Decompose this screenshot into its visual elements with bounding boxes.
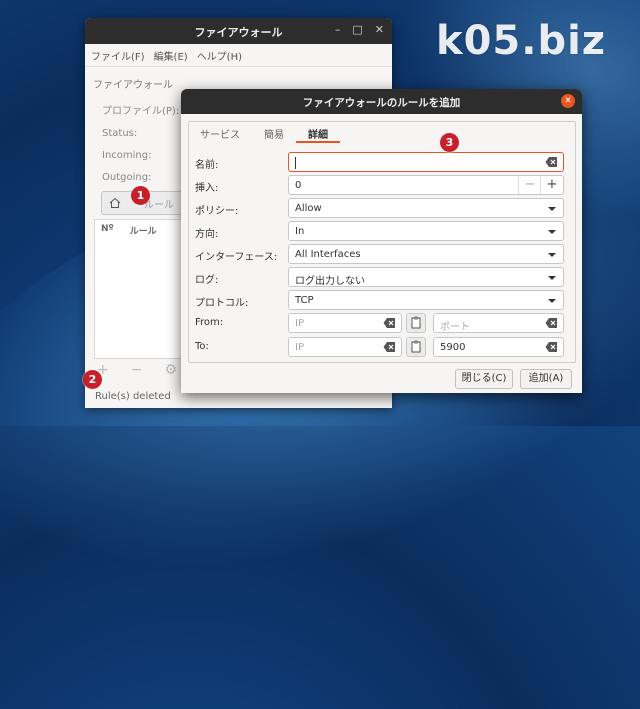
policy-label: ポリシー: xyxy=(195,206,239,217)
clipboard-icon xyxy=(411,316,421,329)
clear-icon[interactable] xyxy=(545,341,558,353)
direction-select[interactable]: In xyxy=(288,221,564,241)
menubar: ファイル(F) 編集(E) ヘルプ(H) xyxy=(85,44,392,67)
tab-advanced[interactable]: 詳細 xyxy=(296,121,340,143)
protocol-select[interactable]: TCP xyxy=(288,290,564,310)
name-input[interactable] xyxy=(288,152,564,172)
to-ip-input[interactable]: IP xyxy=(288,337,402,357)
remove-rule-icon[interactable]: − xyxy=(131,362,143,378)
name-label: 名前: xyxy=(195,160,219,171)
decrement-button[interactable]: − xyxy=(518,176,541,194)
increment-button[interactable]: + xyxy=(540,176,563,194)
minimize-icon[interactable]: – xyxy=(335,23,341,36)
close-button[interactable]: 閉じる(C) xyxy=(455,369,513,389)
insert-value: 0 xyxy=(295,180,302,191)
chevron-down-icon xyxy=(548,230,556,234)
clear-icon[interactable] xyxy=(545,317,558,329)
maximize-icon[interactable]: □ xyxy=(352,23,362,36)
main-titlebar: ファイアウォール – □ ✕ xyxy=(85,18,392,44)
to-port-value: 5900 xyxy=(440,342,466,353)
clipboard-icon xyxy=(411,340,421,353)
from-label: From: xyxy=(195,317,224,328)
to-label: To: xyxy=(195,341,209,352)
policy-value: Allow xyxy=(295,203,322,214)
gear-icon[interactable]: ⚙ xyxy=(164,362,177,378)
protocol-label: プロトコル: xyxy=(195,298,249,309)
from-port-input[interactable]: ポート xyxy=(433,313,564,333)
interface-select[interactable]: All Interfaces xyxy=(288,244,564,264)
annotation-badge-3: 3 xyxy=(440,133,459,152)
log-value: ログ出力しない xyxy=(295,276,365,287)
dialog-title: ファイアウォールのルールを追加 xyxy=(302,97,461,109)
log-select[interactable]: ログ出力しない xyxy=(288,267,564,287)
chevron-down-icon xyxy=(548,276,556,280)
insert-label: 挿入: xyxy=(195,183,219,194)
menu-file[interactable]: ファイル(F) xyxy=(91,48,145,63)
add-rule-dialog: ファイアウォールのルールを追加 ✕ サービス 簡易 詳細 名前: 挿入: 0 −… xyxy=(181,89,582,393)
to-port-input[interactable]: 5900 xyxy=(433,337,564,357)
text-cursor xyxy=(295,157,296,169)
policy-select[interactable]: Allow xyxy=(288,198,564,218)
clear-icon[interactable] xyxy=(383,341,396,353)
tab-service[interactable]: サービス xyxy=(188,121,252,143)
status-message: Rule(s) deleted xyxy=(95,391,171,402)
direction-label: 方向: xyxy=(195,229,219,240)
chevron-down-icon xyxy=(548,207,556,211)
close-icon[interactable]: ✕ xyxy=(375,23,384,36)
column-rule[interactable]: ルール xyxy=(130,224,157,237)
menu-help[interactable]: ヘルプ(H) xyxy=(197,48,242,63)
dialog-close-icon[interactable]: ✕ xyxy=(561,94,575,108)
from-ip-placeholder: IP xyxy=(295,318,304,329)
tab-simple[interactable]: 簡易 xyxy=(252,121,296,143)
from-ip-input[interactable]: IP xyxy=(288,313,402,333)
column-number[interactable]: Nº xyxy=(101,224,114,237)
dialog-titlebar: ファイアウォールのルールを追加 ✕ xyxy=(181,89,582,114)
interface-label: インターフェース: xyxy=(195,252,278,263)
protocol-value: TCP xyxy=(295,295,314,306)
from-ip-paste-button[interactable] xyxy=(406,313,426,333)
to-ip-placeholder: IP xyxy=(295,342,304,353)
watermark: k05.biz xyxy=(436,18,607,64)
add-button[interactable]: 追加(A) xyxy=(520,369,572,389)
direction-value: In xyxy=(295,226,305,237)
clear-icon[interactable] xyxy=(545,156,558,168)
clear-icon[interactable] xyxy=(383,317,396,329)
annotation-badge-1: 1 xyxy=(131,186,150,205)
chevron-down-icon xyxy=(548,299,556,303)
annotation-badge-2: 2 xyxy=(83,370,102,389)
from-port-placeholder: ポート xyxy=(440,322,470,333)
log-label: ログ: xyxy=(195,275,219,286)
interface-value: All Interfaces xyxy=(295,249,361,260)
to-ip-paste-button[interactable] xyxy=(406,337,426,357)
chevron-down-icon xyxy=(548,253,556,257)
insert-stepper[interactable]: 0 − + xyxy=(288,175,564,195)
home-icon[interactable] xyxy=(106,194,124,212)
menu-edit[interactable]: 編集(E) xyxy=(154,48,188,63)
